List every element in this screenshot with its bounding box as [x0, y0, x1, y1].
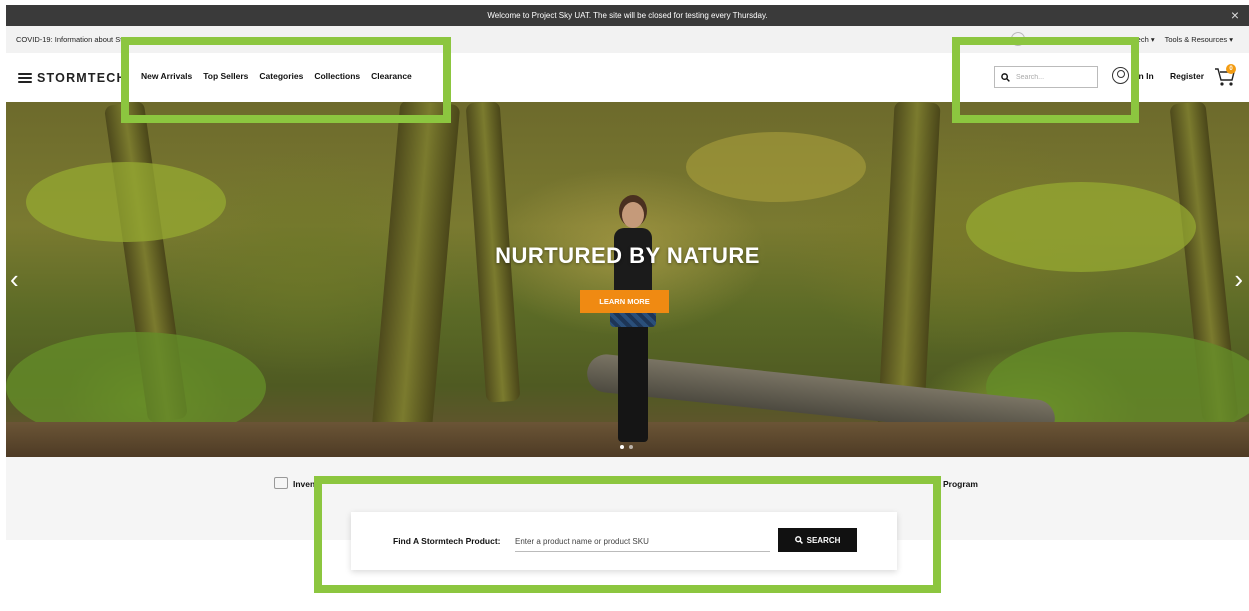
user-icon[interactable] — [1112, 67, 1129, 84]
sign-in-link[interactable]: ign In — [1131, 71, 1154, 81]
finder-label: Find A Stormtech Product: — [393, 536, 501, 546]
header-search[interactable] — [994, 66, 1098, 88]
carousel-dot[interactable] — [620, 445, 624, 449]
utility-link-stormtech[interactable]: ech ▾ — [1137, 35, 1155, 44]
feature-program-label[interactable]: Program — [943, 479, 978, 489]
hero-image-element — [604, 202, 664, 452]
utility-bar: COVID-19: Information about Stor ech ▾ T… — [6, 26, 1249, 53]
product-finder: Find A Stormtech Product: SEARCH — [351, 512, 897, 570]
nav-categories[interactable]: Categories — [259, 71, 303, 81]
hero-title: NURTURED BY NATURE — [495, 243, 760, 268]
hero-image-element — [26, 162, 226, 242]
close-icon[interactable]: × — [1231, 7, 1239, 23]
warehouse-icon — [274, 477, 288, 489]
search-icon[interactable] — [1001, 72, 1010, 82]
learn-more-button[interactable]: LEARN MORE — [580, 290, 669, 313]
nav-clearance[interactable]: Clearance — [371, 71, 412, 81]
announcement-text: Welcome to Project Sky UAT. The site wil… — [487, 11, 768, 20]
globe-icon — [1011, 32, 1025, 46]
product-search-button[interactable]: SEARCH — [778, 528, 857, 552]
chevron-left-icon[interactable]: ‹ — [10, 266, 19, 292]
announcement-bar: Welcome to Project Sky UAT. The site wil… — [6, 5, 1249, 26]
logo-mark-icon — [18, 72, 32, 84]
page: Welcome to Project Sky UAT. The site wil… — [0, 0, 1249, 611]
covid-info-link[interactable]: COVID-19: Information about Stor — [16, 35, 129, 44]
nav-collections[interactable]: Collections — [314, 71, 360, 81]
logo-text: STORMTECH — [37, 71, 127, 85]
main-nav: New Arrivals Top Sellers Categories Coll… — [141, 71, 412, 81]
utility-link-tools-resources[interactable]: Tools & Resources ▾ — [1165, 35, 1233, 44]
utility-links: ech ▾ Tools & Resources ▾ — [1137, 35, 1233, 44]
hero-banner: NURTURED BY NATURE LEARN MORE ‹ › — [6, 102, 1249, 457]
hero-image-element — [686, 132, 866, 202]
register-link[interactable]: Register — [1170, 71, 1204, 81]
product-search-input[interactable] — [515, 532, 770, 552]
nav-top-sellers[interactable]: Top Sellers — [203, 71, 248, 81]
chevron-right-icon[interactable]: › — [1234, 266, 1243, 292]
nav-new-arrivals[interactable]: New Arrivals — [141, 71, 192, 81]
cart-count-badge: 0 — [1226, 64, 1236, 74]
logo[interactable]: STORMTECH — [18, 71, 127, 85]
product-search-button-label: SEARCH — [806, 535, 841, 545]
feature-inventory-label[interactable]: Inven — [293, 479, 315, 489]
carousel-dot[interactable] — [629, 445, 633, 449]
site-header: STORMTECH New Arrivals Top Sellers Categ… — [6, 53, 1249, 102]
search-input[interactable] — [1016, 73, 1096, 81]
search-icon — [794, 536, 803, 544]
carousel-dots — [620, 445, 633, 449]
